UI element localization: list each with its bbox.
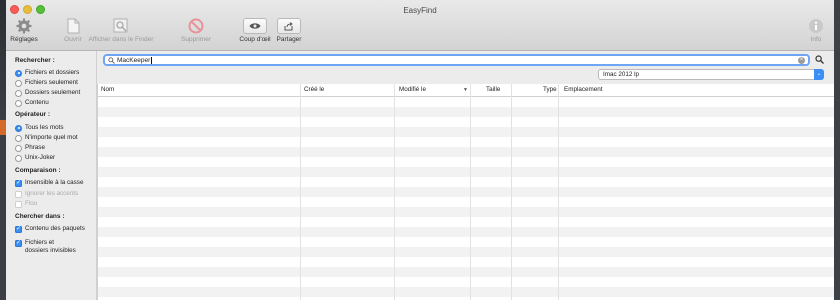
- checkbox-fuzzy[interactable]: Flou: [15, 200, 37, 208]
- table-header: Nom Créé le Modifié le ▼ Taille Type Emp…: [98, 84, 834, 97]
- option-label-line1: Fichiers et: [25, 239, 55, 246]
- checkbox-invisible-items[interactable]: ✓ Fichiers et dossiers invisibles: [15, 239, 76, 255]
- operator-heading: Opérateur :: [15, 111, 51, 118]
- option-label: Ignorer les accents: [25, 190, 79, 197]
- column-header-location[interactable]: Emplacement: [564, 86, 603, 93]
- radio-button[interactable]: [15, 89, 22, 97]
- checkbox-package-contents[interactable]: ✓ Contenu des paquets: [15, 225, 85, 233]
- easyfind-window: EasyFind Réglages Ouvrir Afficher dans l…: [6, 0, 834, 300]
- share-icon-wrap: [274, 16, 304, 34]
- volume-select[interactable]: Imac 2012 lp ⌄: [598, 69, 824, 80]
- share-button[interactable]: Partager: [274, 16, 304, 43]
- share-label: Partager: [276, 36, 302, 43]
- checkmark-icon[interactable]: ✓: [15, 239, 22, 247]
- text-cursor: [150, 56, 152, 64]
- radio-button[interactable]: [15, 134, 22, 142]
- document-icon: [62, 16, 84, 34]
- open-button[interactable]: Ouvrir: [62, 16, 84, 43]
- settings-label: Réglages: [10, 36, 38, 43]
- gear-icon: [10, 16, 38, 34]
- radio-files-only[interactable]: Fichiers seulement: [15, 79, 78, 87]
- quick-look-label: Coup d'œil: [239, 36, 271, 43]
- quick-look-button[interactable]: Coup d'œil: [237, 16, 273, 43]
- open-label: Ouvrir: [64, 36, 82, 43]
- option-label-block: Fichiers et dossiers invisibles: [25, 239, 76, 255]
- empty-results-rows: [98, 97, 834, 300]
- radio-content[interactable]: Contenu: [15, 99, 49, 107]
- look-in-heading: Chercher dans :: [15, 213, 65, 220]
- option-label: Flou: [25, 200, 38, 207]
- prohibited-icon: [176, 16, 216, 34]
- column-divider: [558, 84, 559, 300]
- checkmark-icon[interactable]: ✓: [15, 225, 22, 233]
- search-button[interactable]: [815, 55, 824, 66]
- option-label-line2: dossiers invisibles: [25, 247, 76, 254]
- sort-descending-icon: ▼: [463, 87, 468, 93]
- search-field[interactable]: MacKeeper ×: [103, 54, 810, 66]
- radio-button[interactable]: [15, 154, 22, 162]
- column-header-created[interactable]: Créé le: [304, 86, 324, 93]
- quick-look-icon-wrap: [237, 16, 273, 34]
- option-label: Fichiers et dossiers: [25, 69, 80, 76]
- option-label: Fichiers seulement: [25, 79, 78, 86]
- volume-selected-value: Imac 2012 lp: [603, 71, 640, 78]
- option-label: Insensible à la casse: [25, 179, 84, 186]
- column-divider: [511, 84, 512, 300]
- checkbox[interactable]: [15, 190, 22, 198]
- info-icon: [804, 16, 828, 34]
- radio-button[interactable]: [15, 69, 22, 77]
- option-label: Unix-Joker: [25, 154, 56, 161]
- options-sidebar: Rechercher : Fichiers et dossiers Fichie…: [6, 51, 97, 300]
- info-button[interactable]: Info: [804, 16, 828, 43]
- option-label: Phrase: [25, 144, 45, 151]
- delete-label: Supprimer: [181, 36, 211, 43]
- checkbox-ignore-accents[interactable]: Ignorer les accents: [15, 190, 78, 198]
- chevron-updown-icon: ⌄: [814, 69, 824, 80]
- radio-button[interactable]: [15, 144, 22, 152]
- column-divider: [394, 84, 395, 300]
- settings-button[interactable]: Réglages: [10, 16, 38, 43]
- column-header-size[interactable]: Taille: [486, 86, 500, 93]
- option-label: Contenu des paquets: [25, 225, 85, 232]
- checkbox-case-insensitive[interactable]: ✓ Insensible à la casse: [15, 179, 83, 187]
- finder-search-icon: [86, 16, 156, 34]
- checkmark-icon[interactable]: ✓: [15, 179, 22, 187]
- show-in-finder-label: Afficher dans le Finder: [88, 36, 154, 43]
- info-label: Info: [810, 36, 822, 43]
- column-divider: [470, 84, 471, 300]
- column-divider: [300, 84, 301, 300]
- radio-any-word[interactable]: N'importe quel mot: [15, 134, 78, 142]
- radio-files-and-folders[interactable]: Fichiers et dossiers: [15, 69, 79, 77]
- search-icon: [108, 56, 115, 64]
- desktop-right-edge: [834, 0, 840, 300]
- radio-unix-joker[interactable]: Unix-Joker: [15, 154, 55, 162]
- radio-phrase[interactable]: Phrase: [15, 144, 45, 152]
- search-heading: Rechercher :: [15, 57, 55, 64]
- option-label: N'importe quel mot: [25, 134, 78, 141]
- radio-button[interactable]: [15, 124, 22, 132]
- share-icon: [277, 18, 301, 34]
- radio-all-words[interactable]: Tous les mots: [15, 124, 64, 132]
- delete-button[interactable]: Supprimer: [176, 16, 216, 43]
- option-label: Tous les mots: [25, 124, 64, 131]
- option-label: Contenu: [25, 99, 49, 106]
- window-title: EasyFind: [403, 6, 437, 15]
- column-header-type[interactable]: Type: [543, 86, 557, 93]
- radio-button[interactable]: [15, 99, 22, 107]
- column-header-modified[interactable]: Modifié le: [399, 86, 426, 93]
- search-input[interactable]: MacKeeper: [117, 57, 150, 64]
- results-table: Nom Créé le Modifié le ▼ Taille Type Emp…: [97, 84, 834, 300]
- radio-button[interactable]: [15, 79, 22, 87]
- title-toolbar: EasyFind Réglages Ouvrir Afficher dans l…: [6, 0, 834, 51]
- option-label: Dossiers seulement: [25, 89, 81, 96]
- show-in-finder-button[interactable]: Afficher dans le Finder: [86, 16, 156, 43]
- radio-folders-only[interactable]: Dossiers seulement: [15, 89, 80, 97]
- clear-search-icon[interactable]: ×: [798, 57, 805, 64]
- eye-icon: [243, 18, 267, 34]
- checkbox[interactable]: [15, 200, 22, 208]
- comparison-heading: Comparaison :: [15, 167, 61, 174]
- column-header-name[interactable]: Nom: [101, 86, 114, 93]
- magnifier-icon: [815, 55, 824, 64]
